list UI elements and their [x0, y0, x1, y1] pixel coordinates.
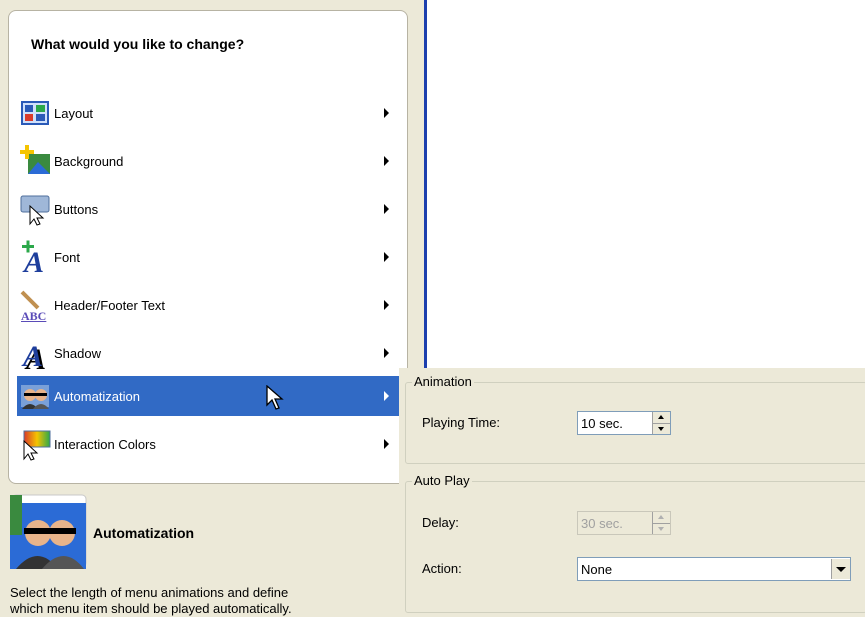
chevron-right-icon	[384, 439, 389, 449]
shadow-icon: AA	[18, 336, 52, 376]
font-icon: A	[18, 240, 52, 279]
auto-play-group: Auto Play Delay: 30 sec. Action: None	[405, 473, 865, 613]
background-icon	[18, 144, 52, 178]
info-description: Select the length of menu animations and…	[10, 585, 410, 617]
chevron-right-icon	[384, 204, 389, 214]
spin-up-button[interactable]	[652, 412, 670, 424]
menu-item-label: Background	[54, 153, 124, 169]
delay-label: Delay:	[422, 515, 459, 530]
buttons-icon	[18, 192, 52, 226]
menu-item-font[interactable]: A Font	[17, 237, 406, 279]
automatization-large-icon	[10, 493, 88, 569]
chevron-right-icon	[384, 300, 389, 310]
auto-play-legend: Auto Play	[412, 473, 472, 488]
settings-panel: Animation Playing Time: 10 sec. Auto Pla…	[399, 368, 865, 616]
playing-time-value: 10 sec.	[581, 415, 623, 431]
menu-item-label: Layout	[54, 105, 94, 121]
change-menu-panel: What would you like to change? Layout Ba…	[8, 10, 408, 484]
delay-value: 30 sec.	[581, 515, 623, 531]
chevron-right-icon	[384, 108, 389, 118]
svg-text:A: A	[21, 340, 43, 370]
menu-item-label: Font	[54, 249, 81, 265]
layout-icon	[18, 96, 52, 130]
spin-down-button	[652, 523, 670, 534]
menu-item-buttons[interactable]: Buttons	[17, 189, 406, 229]
svg-text:ABC: ABC	[21, 309, 46, 322]
chevron-down-icon[interactable]	[831, 559, 850, 579]
menu-item-header-footer-text[interactable]: ABC Header/Footer Text	[17, 285, 406, 325]
menu-item-background[interactable]: Background	[17, 141, 406, 181]
playing-time-label: Playing Time:	[422, 415, 501, 430]
menu-title: What would you like to change?	[31, 36, 245, 52]
chevron-right-icon	[384, 348, 389, 358]
header-footer-text-icon: ABC	[18, 288, 52, 323]
action-value: None	[581, 561, 613, 577]
animation-group: Animation Playing Time: 10 sec.	[405, 374, 865, 464]
spin-up-button	[652, 512, 670, 524]
action-label: Action:	[422, 561, 462, 576]
menu-item-automatization[interactable]: Automatization	[17, 376, 406, 416]
chevron-right-icon	[384, 252, 389, 262]
info-description-line: which menu item should be played automat…	[10, 601, 292, 616]
mouse-pointer-icon	[266, 384, 286, 414]
spin-down-button[interactable]	[652, 423, 670, 434]
chevron-right-icon	[384, 156, 389, 166]
menu-item-interaction-colors[interactable]: Interaction Colors	[17, 424, 406, 464]
automatization-icon	[18, 379, 52, 413]
menu-item-shadow[interactable]: AA Shadow	[17, 333, 406, 376]
playing-time-stepper[interactable]: 10 sec.	[577, 411, 671, 435]
animation-legend: Animation	[412, 374, 474, 389]
menu-item-label: Shadow	[54, 345, 101, 361]
menu-item-label: Header/Footer Text	[54, 297, 166, 313]
chevron-right-icon	[384, 391, 389, 401]
menu-item-layout[interactable]: Layout	[17, 93, 406, 133]
menu-item-label: Automatization	[54, 388, 140, 404]
info-description-line: Select the length of menu animations and…	[10, 585, 289, 600]
interaction-colors-icon	[18, 427, 52, 461]
menu-item-label: Buttons	[54, 201, 99, 217]
action-select[interactable]: None	[577, 557, 851, 581]
delay-stepper: 30 sec.	[577, 511, 671, 535]
menu-item-label: Interaction Colors	[54, 436, 156, 452]
info-title: Automatization	[93, 525, 195, 541]
svg-text:A: A	[22, 246, 44, 274]
